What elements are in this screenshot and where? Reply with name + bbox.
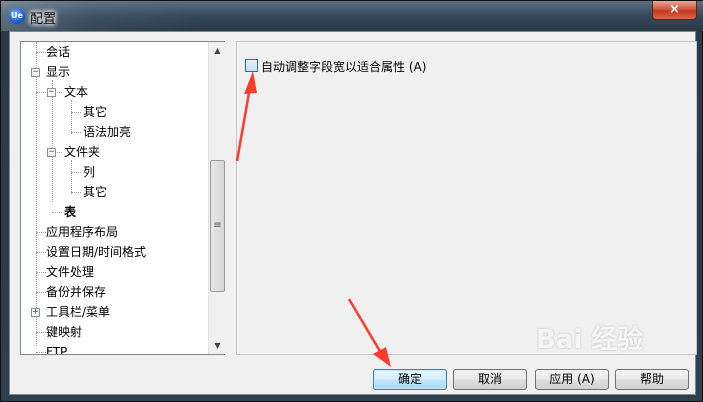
tree-item-file-handling[interactable]: 文件处理 <box>46 263 94 281</box>
scroll-down-icon[interactable]: ▼ <box>209 337 226 354</box>
settings-tree[interactable]: − − − + 会话 显示 文本 其它 语法加亮 文件夹 列 其它 表 应用程序… <box>20 41 225 355</box>
cancel-button[interactable]: 取消 <box>453 369 527 390</box>
window-title: 配置 <box>30 12 57 27</box>
app-logo-icon: Ue <box>9 8 25 24</box>
tree-item-syntax-highlight[interactable]: 语法加亮 <box>83 123 131 141</box>
expand-icon[interactable]: + <box>31 308 40 317</box>
baidu-watermark: Bai 经验 <box>536 325 644 355</box>
tree-item-keymap[interactable]: 键映射 <box>46 323 82 341</box>
settings-content-panel <box>236 41 697 355</box>
tree-item-app-layout[interactable]: 应用程序布局 <box>46 223 118 241</box>
tree-item-folder-other[interactable]: 其它 <box>83 183 107 201</box>
auto-adjust-checkbox[interactable] <box>245 59 258 72</box>
apply-button[interactable]: 应用 (A) <box>535 369 609 390</box>
tree-item-ftp[interactable]: FTP <box>46 343 67 354</box>
tree-scrollbar[interactable]: ▲ ≡ ▼ <box>208 42 225 354</box>
collapse-icon[interactable]: − <box>47 88 56 97</box>
tree-item-folder[interactable]: 文件夹 <box>64 143 100 161</box>
help-button[interactable]: 帮助 <box>615 369 689 390</box>
tree-item-backup-save[interactable]: 备份并保存 <box>46 283 106 301</box>
tree-item-session[interactable]: 会话 <box>46 43 70 61</box>
scroll-thumb[interactable]: ≡ <box>210 160 225 292</box>
collapse-icon[interactable]: − <box>31 68 40 77</box>
tree-item-columns[interactable]: 列 <box>83 163 95 181</box>
tree-item-table[interactable]: 表 <box>64 203 76 221</box>
collapse-icon[interactable]: − <box>47 148 56 157</box>
tree-item-toolbar-menu[interactable]: 工具栏/菜单 <box>46 303 110 321</box>
ok-button[interactable]: 确定 <box>373 369 447 390</box>
scroll-up-icon[interactable]: ▲ <box>209 42 226 59</box>
title-bar: Ue 配置 × <box>1 1 703 31</box>
close-button[interactable]: × <box>652 1 697 20</box>
tree-item-text[interactable]: 文本 <box>64 83 88 101</box>
auto-adjust-label[interactable]: 自动调整字段宽以适合属性 (A) <box>261 58 426 75</box>
tree-item-datetime-format[interactable]: 设置日期/时间格式 <box>46 243 146 261</box>
config-dialog: Ue 配置 × − − − + 会话 显示 文本 其它 语法加亮 文件夹 列 其… <box>0 0 703 402</box>
tree-item-display[interactable]: 显示 <box>46 63 70 81</box>
tree-item-text-other[interactable]: 其它 <box>83 103 107 121</box>
